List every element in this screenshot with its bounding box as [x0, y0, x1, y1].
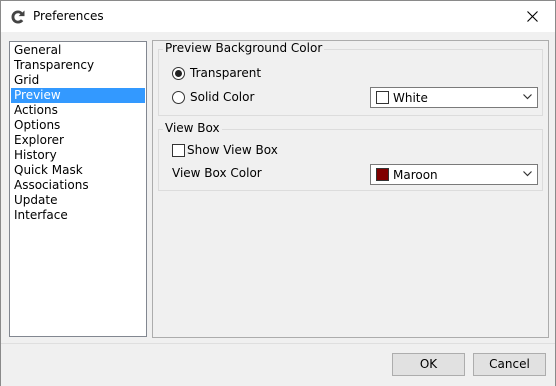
preview-color-value: White: [393, 91, 428, 105]
nav-item-update[interactable]: Update: [11, 193, 145, 208]
dialog-body: General Transparency Grid Preview Action…: [1, 32, 555, 386]
ok-button[interactable]: OK: [392, 353, 465, 376]
chevron-down-icon: [523, 171, 532, 177]
nav-item-actions[interactable]: Actions: [11, 103, 145, 118]
chevron-down-icon: [523, 94, 532, 100]
nav-item-options[interactable]: Options: [11, 118, 145, 133]
title-bar[interactable]: Preferences: [1, 1, 555, 32]
close-button[interactable]: [509, 1, 555, 32]
maroon-swatch: [376, 168, 389, 181]
preview-color-dropdown[interactable]: White: [370, 87, 538, 108]
view-box-color-label: View Box Color: [172, 166, 262, 180]
transparent-radio[interactable]: [172, 67, 185, 80]
white-swatch: [376, 91, 389, 104]
nav-item-grid[interactable]: Grid: [11, 73, 145, 88]
category-list[interactable]: General Transparency Grid Preview Action…: [9, 41, 147, 337]
nav-item-interface[interactable]: Interface: [11, 208, 145, 223]
gimp-icon: [11, 10, 25, 24]
close-icon: [526, 11, 538, 22]
nav-item-associations[interactable]: Associations: [11, 178, 145, 193]
view-box-title: View Box: [163, 121, 222, 135]
preview-background-title: Preview Background Color: [163, 41, 325, 55]
transparent-label[interactable]: Transparent: [190, 66, 261, 80]
nav-item-general[interactable]: General: [11, 43, 145, 58]
dialog-footer: OK Cancel: [1, 343, 555, 386]
show-view-box-label[interactable]: Show View Box: [187, 143, 278, 157]
nav-item-explorer[interactable]: Explorer: [11, 133, 145, 148]
preview-settings-panel: Preview Background Color Transparent Sol…: [152, 40, 549, 338]
show-view-box-checkbox[interactable]: [172, 144, 185, 157]
window-title: Preferences: [33, 9, 104, 23]
preview-background-group: Preview Background Color Transparent Sol…: [158, 41, 543, 116]
cancel-button[interactable]: Cancel: [473, 353, 546, 376]
view-box-color-value: Maroon: [393, 168, 438, 182]
nav-item-history[interactable]: History: [11, 148, 145, 163]
nav-item-quick-mask[interactable]: Quick Mask: [11, 163, 145, 178]
preferences-dialog: Preferences General Transparency Grid Pr…: [0, 0, 556, 386]
view-box-group: View Box Show View Box View Box Color Ma…: [158, 121, 543, 191]
solid-color-radio[interactable]: [172, 91, 185, 104]
nav-item-transparency[interactable]: Transparency: [11, 58, 145, 73]
solid-color-label[interactable]: Solid Color: [190, 90, 254, 104]
view-box-color-dropdown[interactable]: Maroon: [370, 164, 538, 185]
nav-item-preview[interactable]: Preview: [11, 88, 145, 103]
